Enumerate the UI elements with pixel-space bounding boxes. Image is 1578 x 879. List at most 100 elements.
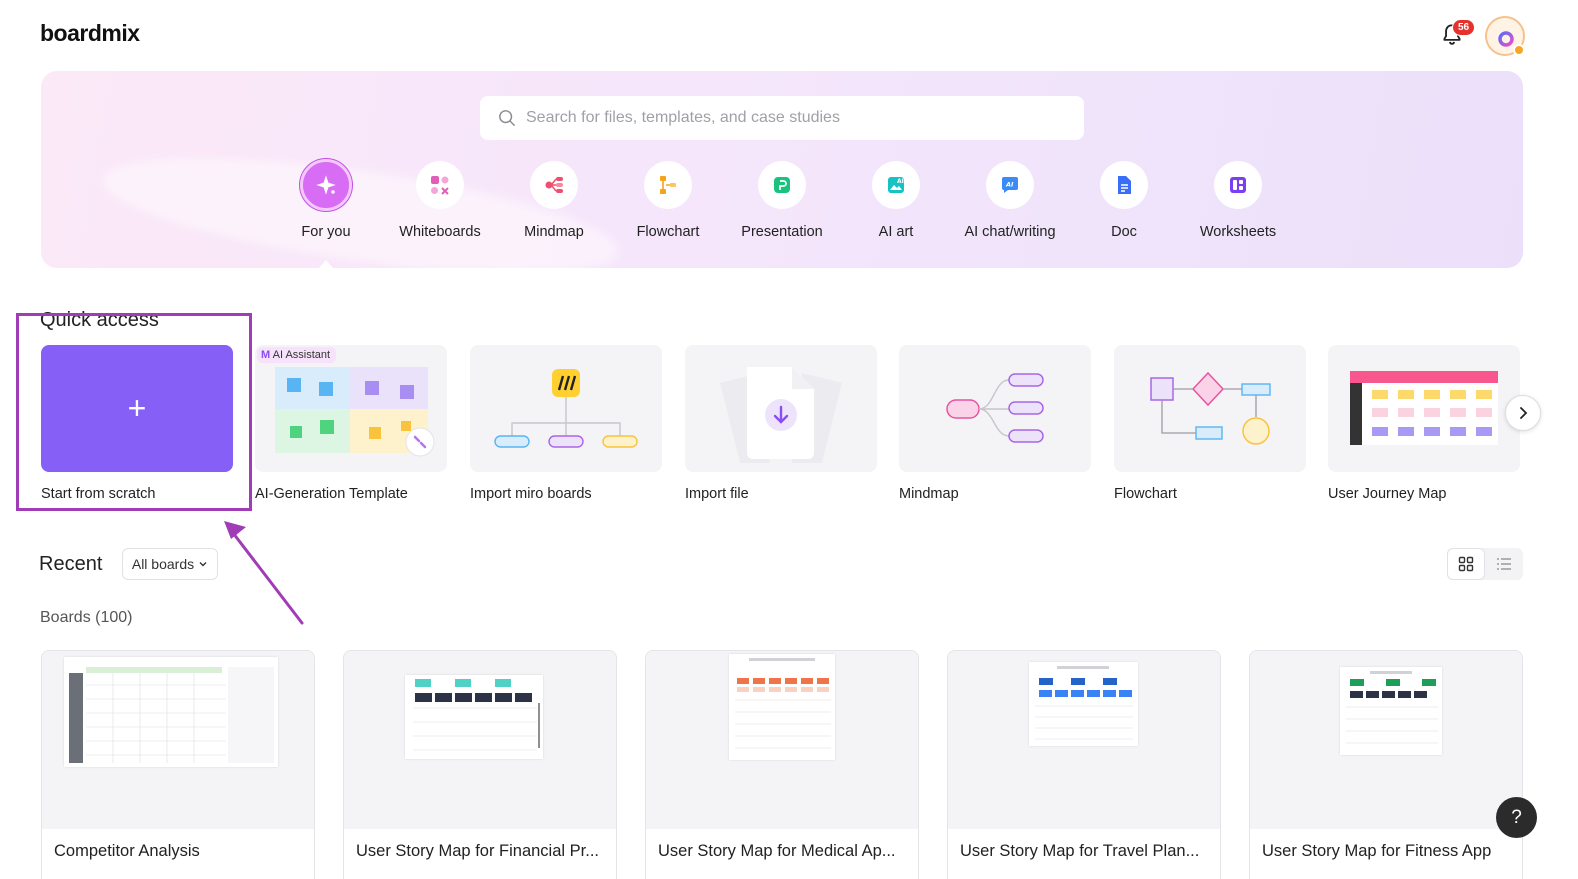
ai-generation-template-thumb[interactable]: M AI Assistant: [255, 345, 447, 472]
view-toggle[interactable]: [1447, 548, 1523, 580]
boards-count: Boards (100): [40, 609, 133, 626]
category-label: Whiteboards: [399, 224, 481, 240]
category-for-you[interactable]: For you: [261, 159, 391, 240]
svg-text:AI: AI: [1005, 181, 1014, 189]
boards-filter-dropdown[interactable]: All boards: [122, 548, 218, 580]
help-button[interactable]: ?: [1496, 797, 1537, 838]
annotation-arrow-icon: [224, 521, 304, 625]
boardmix-logo[interactable]: boardmix: [40, 20, 140, 47]
ai-assistant-label: AI Assistant: [272, 349, 331, 361]
list-view-button[interactable]: [1485, 548, 1523, 580]
file-upload-illustration: [720, 367, 842, 463]
board-thumbnail: [1250, 651, 1522, 829]
recent-title: Recent: [39, 553, 103, 575]
search-icon: [499, 110, 515, 126]
presentation-icon: [758, 161, 806, 209]
category-label: Mindmap: [524, 224, 584, 240]
journey-map-illustration: [1350, 371, 1498, 445]
board-thumbnail: [42, 651, 314, 829]
quick-access-next-button[interactable]: [1505, 395, 1541, 431]
notification-badge: 56: [1452, 19, 1476, 36]
qa-label: Flowchart: [1114, 486, 1177, 502]
start-from-scratch-thumb[interactable]: +: [41, 345, 233, 472]
category-whiteboards[interactable]: Whiteboards: [375, 161, 505, 240]
mindmap-card[interactable]: Mindmap: [899, 345, 1091, 502]
import-file-thumb[interactable]: [685, 345, 877, 472]
flowchart-illustration: [1150, 371, 1271, 445]
flowchart-icon: [644, 161, 692, 209]
active-category-pointer: [319, 260, 333, 268]
board-preview: [64, 657, 278, 767]
board-name: Competitor Analysis: [54, 842, 200, 860]
category-label: AI chat/writing: [964, 224, 1056, 240]
qa-label: AI-Generation Template: [255, 486, 408, 502]
board-card[interactable]: User Story Map for Financial Pr...: [343, 650, 617, 879]
ai-generation-template-card[interactable]: M AI Assistant AI-Generation Template: [255, 345, 447, 502]
board-preview: [1029, 662, 1138, 746]
category-label: Worksheets: [1199, 224, 1277, 240]
user-avatar[interactable]: [1485, 16, 1525, 56]
category-label: Presentation: [741, 224, 823, 240]
search-bar[interactable]: [480, 96, 1084, 140]
avatar-status-dot: [1513, 44, 1525, 56]
import-miro-thumb[interactable]: [470, 345, 662, 472]
board-thumbnail: [948, 651, 1220, 829]
whiteboard-icon: [416, 161, 464, 209]
category-label: For you: [301, 224, 351, 240]
ai-logo-icon: M: [261, 349, 271, 361]
qa-label: Mindmap: [899, 486, 959, 502]
user-journey-map-card[interactable]: User Journey Map: [1328, 345, 1520, 502]
qa-label: Start from scratch: [41, 486, 156, 502]
board-card[interactable]: User Story Map for Travel Plan...: [947, 650, 1221, 879]
sparkle-icon: [300, 159, 352, 211]
import-file-card[interactable]: Import file: [685, 345, 877, 502]
board-card[interactable]: User Story Map for Medical Ap...: [645, 650, 919, 879]
ai-art-icon: AI: [872, 161, 920, 209]
category-presentation[interactable]: Presentation: [717, 161, 847, 240]
worksheets-icon: [1214, 161, 1262, 209]
sticky-notes-illustration: [275, 367, 435, 457]
board-thumbnail: [646, 651, 918, 829]
search-input[interactable]: [526, 109, 1066, 127]
miro-tree-illustration: [494, 369, 638, 448]
mindmap-thumb[interactable]: [899, 345, 1091, 472]
category-label: Flowchart: [636, 224, 700, 240]
filter-label: All boards: [131, 556, 195, 572]
category-worksheets[interactable]: Worksheets: [1173, 161, 1303, 240]
board-preview: [1340, 667, 1442, 755]
qa-label: User Journey Map: [1328, 486, 1447, 502]
import-miro-boards-card[interactable]: Import miro boards: [470, 345, 662, 502]
grid-view-button[interactable]: [1447, 548, 1485, 580]
flowchart-thumb[interactable]: [1114, 345, 1306, 472]
qa-label: Import miro boards: [470, 486, 592, 502]
grid-icon: [1458, 556, 1474, 572]
board-name: User Story Map for Fitness App: [1262, 842, 1492, 860]
mindmap-icon: [530, 161, 578, 209]
user-journey-map-thumb[interactable]: [1328, 345, 1520, 472]
chevron-right-icon: [1520, 407, 1528, 419]
category-doc[interactable]: Doc: [1059, 161, 1189, 240]
board-card[interactable]: User Story Map for Fitness App: [1249, 650, 1523, 879]
plus-icon: +: [127, 390, 147, 426]
board-thumbnail: [344, 651, 616, 829]
board-name: User Story Map for Medical Ap...: [658, 842, 896, 860]
category-ai-art[interactable]: AI AI art: [831, 161, 961, 240]
start-from-scratch-card[interactable]: + Start from scratch: [41, 345, 233, 502]
category-mindmap[interactable]: Mindmap: [489, 161, 619, 240]
flowchart-card[interactable]: Flowchart: [1114, 345, 1306, 502]
doc-icon: [1100, 161, 1148, 209]
board-preview: [729, 654, 835, 760]
board-name: User Story Map for Financial Pr...: [356, 842, 599, 860]
list-icon: [1497, 558, 1511, 570]
mindmap-illustration: [946, 373, 1044, 443]
ai-chat-icon: AI: [986, 161, 1034, 209]
category-ai-chat-writing[interactable]: AI AI chat/writing: [945, 161, 1075, 240]
board-card[interactable]: Competitor Analysis: [41, 650, 315, 879]
board-preview: [405, 675, 543, 759]
chevron-down-icon: [199, 562, 207, 567]
category-flowchart[interactable]: Flowchart: [603, 161, 733, 240]
qa-label: Import file: [685, 486, 749, 502]
hero-banner: For you Whiteboards Mindmap Flowchart Pr…: [41, 71, 1523, 268]
svg-text:AI: AI: [897, 178, 904, 185]
category-label: Doc: [1111, 224, 1137, 240]
